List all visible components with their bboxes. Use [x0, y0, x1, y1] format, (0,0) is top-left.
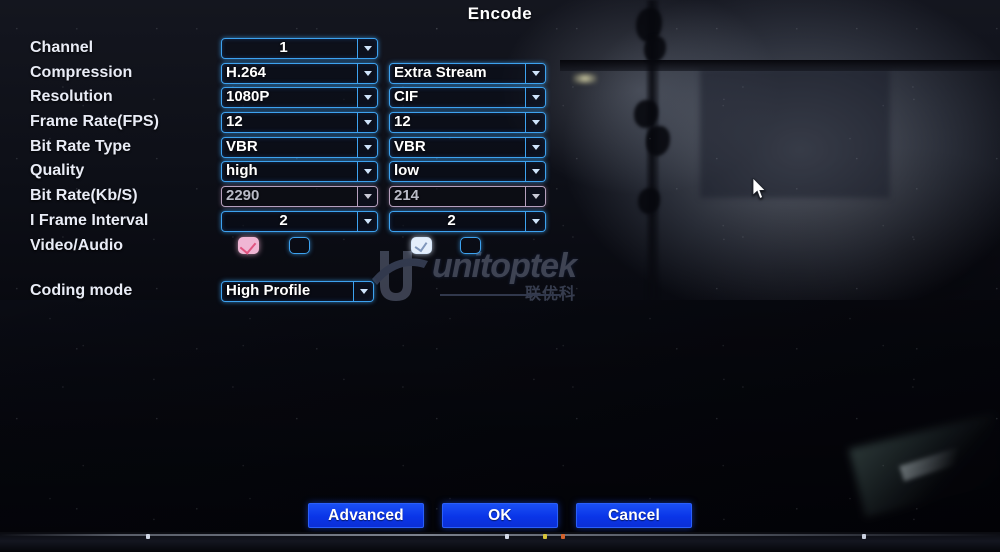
chevron-down-icon[interactable]	[353, 282, 373, 302]
label-bit-rate: Bit Rate(Kb/S)	[30, 187, 138, 205]
bit-rate-main-select[interactable]: 2290	[221, 186, 378, 208]
stream-type-select[interactable]: Extra Stream	[389, 62, 546, 84]
chevron-down-icon[interactable]	[357, 113, 377, 133]
chevron-down-icon[interactable]	[357, 187, 377, 207]
dvr-screen: unitoptek 联优科 Encode Channel 1 Compressi…	[0, 0, 1000, 552]
channel-select[interactable]: 1	[221, 38, 378, 59]
chevron-down-icon[interactable]	[357, 211, 377, 231]
chevron-down-icon[interactable]	[357, 63, 377, 83]
i-frame-interval-main-select[interactable]: 2	[221, 210, 378, 232]
chevron-down-icon[interactable]	[525, 187, 545, 207]
main-video-checkbox[interactable]	[238, 236, 259, 255]
i-frame-interval-extra-value: 2	[447, 211, 456, 229]
coding-mode-value: High Profile	[226, 282, 311, 300]
frame-rate-main-value: 12	[226, 113, 243, 131]
chevron-down-icon[interactable]	[357, 88, 377, 108]
label-coding-mode: Coding mode	[30, 282, 133, 300]
resolution-main-select[interactable]: 1080P	[221, 87, 378, 109]
bezel-led	[505, 534, 509, 539]
frame-rate-extra-value: 12	[394, 113, 411, 131]
i-frame-interval-extra-select[interactable]: 2	[389, 210, 546, 232]
bezel-led	[862, 534, 866, 539]
cancel-button[interactable]: Cancel	[576, 503, 692, 528]
chevron-down-icon[interactable]	[525, 162, 545, 182]
bezel-highlight	[0, 534, 1000, 536]
coding-mode-select[interactable]: High Profile	[221, 281, 374, 303]
chevron-down-icon[interactable]	[525, 63, 545, 83]
label-quality: Quality	[30, 162, 85, 180]
chevron-down-icon[interactable]	[525, 88, 545, 108]
i-frame-interval-main-value: 2	[279, 211, 288, 229]
bit-rate-type-extra-value: VBR	[394, 137, 426, 155]
extra-audio-checkbox[interactable]	[460, 236, 481, 254]
encode-dialog: Encode Channel 1 Compression H.264 Extra…	[0, 0, 1000, 552]
bit-rate-type-extra-select[interactable]: VBR	[389, 136, 546, 158]
quality-extra-value: low	[394, 162, 419, 180]
ok-button[interactable]: OK	[442, 503, 558, 528]
bit-rate-main-value: 2290	[226, 187, 260, 205]
check-icon	[239, 236, 257, 255]
advanced-button[interactable]: Advanced	[308, 503, 424, 528]
quality-main-value: high	[226, 162, 258, 180]
chevron-down-icon[interactable]	[525, 211, 545, 231]
main-audio-checkbox[interactable]	[289, 236, 310, 254]
bezel-led	[146, 534, 150, 539]
quality-main-select[interactable]: high	[221, 161, 378, 183]
check-icon	[414, 238, 428, 252]
chevron-down-icon[interactable]	[525, 137, 545, 157]
stream-type-value: Extra Stream	[394, 63, 487, 81]
label-video-audio: Video/Audio	[30, 236, 124, 254]
compression-main-select[interactable]: H.264	[221, 62, 378, 84]
resolution-extra-select[interactable]: CIF	[389, 87, 546, 109]
dialog-button-bar: Advanced OK Cancel	[0, 503, 1000, 528]
extra-video-checkbox[interactable]	[411, 236, 432, 254]
resolution-extra-value: CIF	[394, 88, 419, 106]
chevron-down-icon[interactable]	[357, 39, 377, 58]
bit-rate-extra-value: 214	[394, 187, 420, 205]
label-bit-rate-type: Bit Rate Type	[30, 137, 132, 155]
chevron-down-icon[interactable]	[357, 162, 377, 182]
frame-rate-main-select[interactable]: 12	[221, 112, 378, 134]
bit-rate-extra-select[interactable]: 214	[389, 186, 546, 208]
label-i-frame-interval: I Frame Interval	[30, 211, 149, 229]
label-frame-rate: Frame Rate(FPS)	[30, 113, 159, 131]
frame-rate-extra-select[interactable]: 12	[389, 112, 546, 134]
channel-value: 1	[279, 39, 288, 56]
bit-rate-type-main-value: VBR	[226, 137, 258, 155]
dialog-title: Encode	[467, 4, 533, 23]
bezel-led	[561, 534, 565, 539]
quality-extra-select[interactable]: low	[389, 161, 546, 183]
compression-main-value: H.264	[226, 63, 267, 81]
chevron-down-icon[interactable]	[357, 137, 377, 157]
label-resolution: Resolution	[30, 88, 113, 106]
bezel-led	[543, 534, 547, 539]
label-compression: Compression	[30, 63, 133, 81]
resolution-main-value: 1080P	[226, 88, 270, 106]
label-channel: Channel	[30, 39, 94, 56]
bit-rate-type-main-select[interactable]: VBR	[221, 136, 378, 158]
chevron-down-icon[interactable]	[525, 113, 545, 133]
